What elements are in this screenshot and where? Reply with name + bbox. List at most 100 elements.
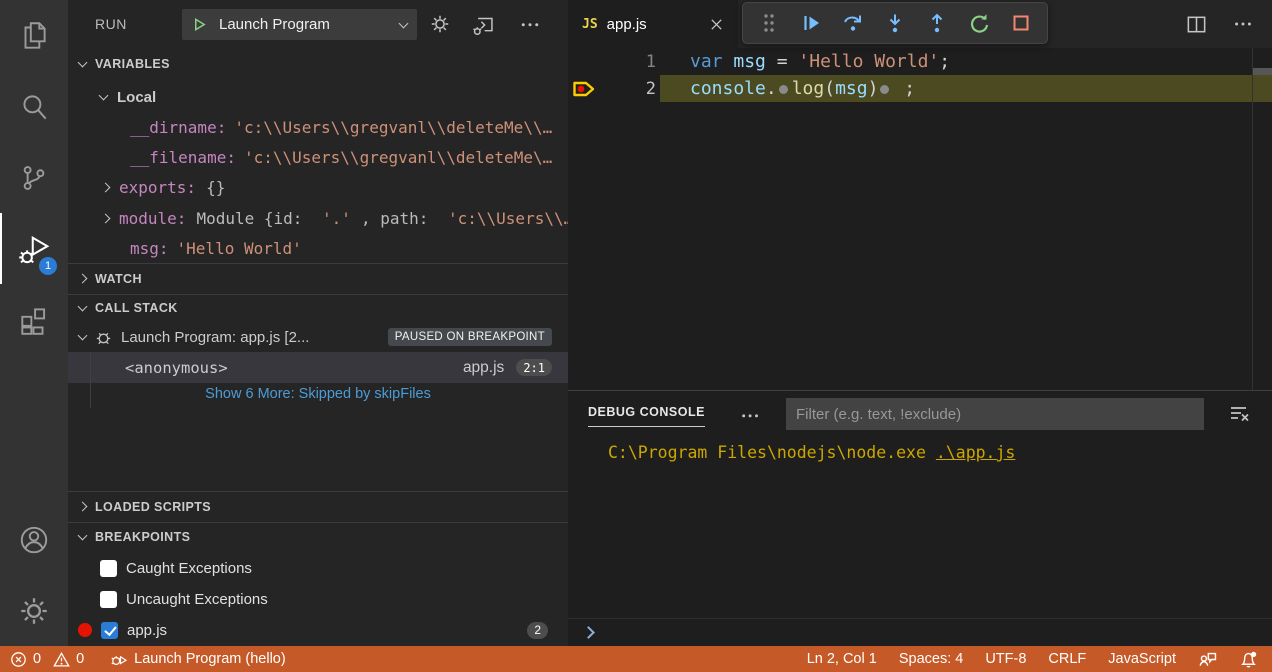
paused-state-badge: PAUSED ON BREAKPOINT — [388, 328, 552, 346]
split-editor-icon[interactable] — [1185, 13, 1208, 36]
breakpoint-label: Caught Exceptions — [126, 560, 252, 577]
variable-value: 'c:\\Users\\gregvanl\\deleteMe\\… — [234, 118, 552, 137]
variable-name: exports: — [119, 178, 196, 197]
encoding[interactable]: UTF-8 — [985, 651, 1026, 667]
run-and-debug-sidebar: RUN Launch Program VA — [68, 0, 568, 646]
debug-toolbar — [742, 2, 1048, 44]
problems-status[interactable]: 0 0 — [10, 651, 84, 668]
indentation[interactable]: Spaces: 4 — [899, 651, 964, 667]
more-actions-icon[interactable] — [1232, 13, 1254, 35]
breakpoint-row[interactable]: Uncaught Exceptions — [68, 584, 568, 614]
session-label: Launch Program: app.js [2... — [121, 329, 309, 346]
sidebar-title: RUN — [95, 16, 127, 32]
activity-source-control[interactable] — [0, 142, 68, 213]
bug-icon — [94, 328, 113, 347]
console-input-row[interactable] — [568, 618, 1272, 646]
launch-config-dropdown[interactable]: Launch Program — [182, 9, 417, 40]
chevron-down-icon — [99, 91, 109, 101]
clear-console-icon[interactable] — [1228, 402, 1252, 426]
activity-accounts[interactable] — [0, 504, 68, 575]
restart-button[interactable] — [966, 10, 992, 36]
variable-row[interactable]: exports: {} — [68, 172, 568, 202]
toolbar-drag-handle[interactable] — [756, 10, 782, 36]
feedback-icon[interactable] — [1198, 650, 1217, 669]
watch-section-header[interactable]: WATCH — [68, 263, 568, 293]
chevron-right-icon — [78, 502, 88, 512]
call-stack-session-row[interactable]: Launch Program: app.js [2... PAUSED ON B… — [68, 322, 568, 352]
more-actions-icon[interactable] — [518, 12, 542, 36]
variable-row[interactable]: msg: 'Hello World' — [68, 233, 568, 263]
activity-explorer[interactable] — [0, 0, 68, 71]
breakpoint-count-badge: 2 — [527, 622, 548, 639]
close-icon[interactable] — [709, 17, 724, 32]
line-number: 1 — [598, 52, 656, 72]
console-filter-input[interactable] — [786, 398, 1204, 430]
breakpoint-checkbox[interactable] — [100, 591, 117, 608]
step-out-button[interactable] — [924, 10, 950, 36]
variable-value: 'c:\\Users\\gregvanl\\deleteMe\… — [244, 148, 552, 167]
activity-search[interactable] — [0, 71, 68, 142]
tab-appjs[interactable]: JS app.js — [568, 0, 738, 48]
search-icon — [17, 90, 51, 124]
continue-button[interactable] — [798, 10, 824, 36]
variables-section-header[interactable]: VARIABLES — [68, 50, 568, 78]
breakpoint-checkbox[interactable] — [100, 560, 117, 577]
console-output-line: C:\Program Files\nodejs\node.exe .\app.js — [608, 443, 1015, 462]
activity-extensions[interactable] — [0, 284, 68, 355]
extensions-icon — [17, 303, 51, 337]
variable-name: __filename: — [130, 148, 236, 167]
accounts-icon — [17, 523, 51, 557]
loaded-scripts-section-header[interactable]: LOADED SCRIPTS — [68, 491, 568, 521]
status-bar: 0 0 Launch Program (hello) Ln 2, Col 1 S… — [0, 646, 1272, 672]
launch-config-label: Launch Program — [219, 16, 330, 33]
open-launch-config-button[interactable] — [428, 12, 452, 36]
eol-sequence[interactable]: CRLF — [1048, 651, 1086, 667]
bell-icon[interactable] — [1239, 650, 1258, 669]
warning-count: 0 — [76, 651, 84, 667]
vscode-window: 1 — [0, 0, 1272, 672]
inline-breakpoint-dot[interactable] — [779, 85, 788, 94]
warning-icon — [53, 651, 70, 668]
watch-title: WATCH — [95, 272, 142, 286]
stack-frame-row[interactable]: <anonymous> app.js 2:1 — [68, 352, 568, 383]
play-icon — [192, 17, 207, 32]
breakpoint-dot-icon — [78, 623, 92, 637]
open-debug-console-icon[interactable] — [470, 12, 494, 36]
tab-debug-console[interactable]: DEBUG CONSOLE — [588, 405, 705, 427]
debug-count-badge: 1 — [39, 257, 57, 275]
variable-row[interactable]: __dirname: 'c:\\Users\\gregvanl\\deleteM… — [68, 112, 568, 142]
editor-scrollbar[interactable] — [1253, 68, 1272, 75]
debug-session-status[interactable]: Launch Program (hello) — [110, 650, 286, 668]
javascript-file-icon: JS — [582, 17, 598, 32]
stop-button[interactable] — [1008, 10, 1034, 36]
variable-row[interactable]: __filename: 'c:\\Users\\gregvanl\\delete… — [68, 142, 568, 172]
call-stack-section-header[interactable]: CALL STACK — [68, 294, 568, 321]
language-mode[interactable]: JavaScript — [1108, 651, 1176, 667]
activity-run-and-debug[interactable]: 1 — [0, 213, 68, 284]
loaded-scripts-title: LOADED SCRIPTS — [95, 500, 211, 514]
more-actions-icon[interactable] — [740, 403, 762, 425]
breakpoint-row[interactable]: Caught Exceptions — [68, 553, 568, 583]
show-more-link[interactable]: Show 6 More: Skipped by skipFiles — [68, 385, 568, 409]
variable-row[interactable]: module: Module {id: '.', path: 'c:\\User… — [68, 203, 568, 233]
breakpoints-section-header[interactable]: BREAKPOINTS — [68, 522, 568, 550]
tab-label: app.js — [607, 16, 700, 33]
scope-label: Local — [117, 89, 156, 106]
breakpoint-checkbox[interactable] — [101, 622, 118, 639]
activity-bar: 1 — [0, 0, 68, 646]
code-editor[interactable]: 1 var msg = 'Hello World'; 2 console.log… — [568, 48, 1272, 390]
tree-indent-guide — [90, 352, 91, 408]
paused-breakpoint-arrow-icon[interactable] — [568, 79, 598, 99]
console-command-text: C:\Program Files\nodejs\node.exe — [608, 443, 926, 462]
chevron-down-icon — [78, 331, 88, 341]
console-file-link[interactable]: .\app.js — [936, 443, 1015, 462]
inline-breakpoint-dot[interactable] — [880, 85, 889, 94]
scope-local-row[interactable]: Local — [68, 82, 568, 112]
breakpoint-row[interactable]: app.js 2 — [68, 615, 568, 645]
chevron-down-icon — [78, 302, 88, 312]
step-into-button[interactable] — [882, 10, 908, 36]
step-over-button[interactable] — [840, 10, 866, 36]
error-icon — [10, 651, 27, 668]
cursor-position[interactable]: Ln 2, Col 1 — [807, 651, 877, 667]
activity-settings[interactable] — [0, 575, 68, 646]
